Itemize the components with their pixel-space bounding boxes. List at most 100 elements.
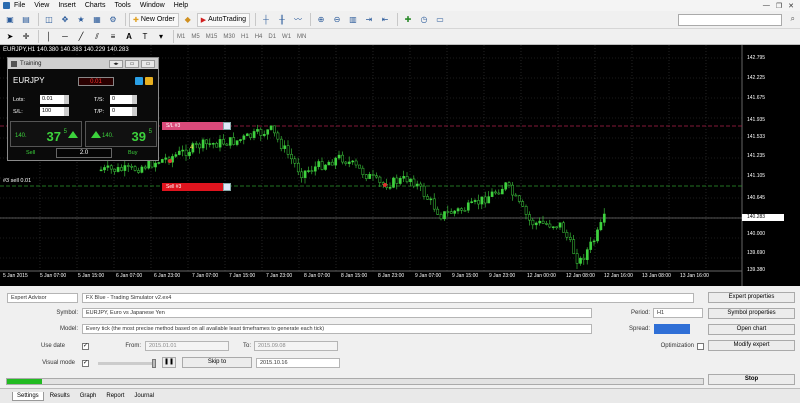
tester-mode-select[interactable]: Expert Advisor <box>7 293 78 303</box>
horizontal-line-icon[interactable]: ─ <box>58 30 72 44</box>
tab-journal[interactable]: Journal <box>130 392 158 400</box>
crosshair-icon[interactable]: ✛ <box>19 30 33 44</box>
templates-icon[interactable]: ▭ <box>433 13 447 27</box>
stop-loss-close-icon[interactable] <box>223 122 231 130</box>
expert-properties-button[interactable]: Expert properties <box>708 292 795 303</box>
tab-report[interactable]: Report <box>102 392 128 400</box>
timeframe-h4[interactable]: H4 <box>255 34 263 40</box>
zoom-out-icon[interactable]: ⊖ <box>330 13 344 27</box>
terminal-icon[interactable]: ▦ <box>90 13 104 27</box>
price-chart[interactable]: EURJPY,H1 140.380 140.383 140.229 140.28… <box>0 45 800 286</box>
menu-insert[interactable]: Insert <box>58 2 76 9</box>
label-icon[interactable]: T <box>138 30 152 44</box>
close-panel-icon[interactable]: ▭ <box>141 59 155 68</box>
collapse-icon[interactable]: ◂▸ <box>109 59 123 68</box>
stop-button[interactable]: Stop <box>708 374 795 385</box>
buy-price-button[interactable]: 140. 39 5 <box>85 121 157 147</box>
auto-scroll-icon[interactable]: ⇥ <box>362 13 376 27</box>
stop-loss-tag[interactable]: S/L #3 <box>162 122 231 130</box>
lots-input[interactable]: 0.01 <box>40 95 64 104</box>
expert-select[interactable]: FX Blue - Trading Simulator v2.ex4 <box>82 293 694 303</box>
timeframe-m5[interactable]: M5 <box>191 34 199 40</box>
restore-panel-icon[interactable]: ▭ <box>125 59 139 68</box>
indicators-icon[interactable]: ✚ <box>401 13 415 27</box>
period-select[interactable]: H1 <box>653 308 703 318</box>
buy-button[interactable]: Buy <box>128 150 137 156</box>
sell-order-close-icon[interactable] <box>223 183 231 191</box>
skip-to-button[interactable]: Skip to <box>182 357 252 368</box>
optimization-checkbox[interactable] <box>697 343 704 350</box>
sell-button[interactable]: Sell <box>26 150 35 156</box>
timeframe-mn[interactable]: MN <box>297 34 306 40</box>
search-icon[interactable]: ⌕ <box>791 14 795 24</box>
pause-button[interactable]: ❚❚ <box>162 357 176 368</box>
metaeditor-icon[interactable]: ◆ <box>181 13 195 27</box>
tp-spinner-icon[interactable] <box>132 107 137 116</box>
timeframe-h1[interactable]: H1 <box>241 34 249 40</box>
timeframe-m15[interactable]: M15 <box>206 34 218 40</box>
vertical-line-icon[interactable]: │ <box>42 30 56 44</box>
symbol-select[interactable]: EURJPY, Euro vs Japanese Yen <box>82 308 592 318</box>
new-chart-icon[interactable]: ▣ <box>3 13 17 27</box>
menu-help[interactable]: Help <box>174 2 188 9</box>
slider-handle[interactable] <box>152 359 156 368</box>
search-input[interactable] <box>678 14 782 26</box>
restore-icon[interactable]: ❐ <box>776 2 782 10</box>
ts-spinner-icon[interactable] <box>132 95 137 104</box>
market-watch-icon[interactable]: ◫ <box>42 13 56 27</box>
sell-price-button[interactable]: 140. 37 5 <box>10 121 82 147</box>
menu-charts[interactable]: Charts <box>85 2 106 9</box>
close-icon[interactable]: ✕ <box>788 2 794 10</box>
shapes-icon[interactable]: ▾ <box>154 30 168 44</box>
lots-spinner-icon[interactable] <box>64 95 69 104</box>
info-icon[interactable] <box>145 77 153 85</box>
sl-input[interactable]: 100 <box>40 107 64 116</box>
chart-shift-icon[interactable]: ⇤ <box>378 13 392 27</box>
autotrading-button[interactable]: ▶ AutoTrading <box>196 12 250 27</box>
profiles-icon[interactable]: ▤ <box>19 13 33 27</box>
sl-spinner-icon[interactable] <box>64 107 69 116</box>
new-order-button[interactable]: ✚ New Order <box>129 12 179 27</box>
text-icon[interactable]: A <box>122 30 136 44</box>
visual-speed-slider[interactable] <box>98 359 156 368</box>
data-window-icon[interactable]: ✥ <box>58 13 72 27</box>
timeframe-w1[interactable]: W1 <box>282 34 291 40</box>
skip-to-date-input[interactable]: 2015.10.16 <box>256 358 340 368</box>
symbol-properties-button[interactable]: Symbol properties <box>708 308 795 319</box>
cursor-icon[interactable]: ➤ <box>3 30 17 44</box>
trendline-icon[interactable]: ╱ <box>74 30 88 44</box>
periods-icon[interactable]: ◷ <box>417 13 431 27</box>
tp-input[interactable]: 0 <box>110 107 132 116</box>
navigator-icon[interactable]: ★ <box>74 13 88 27</box>
menu-tools[interactable]: Tools <box>114 2 130 9</box>
tile-windows-icon[interactable]: ▥ <box>346 13 360 27</box>
minimize-icon[interactable]: — <box>763 2 770 10</box>
timeframe-m30[interactable]: M30 <box>223 34 235 40</box>
tab-results[interactable]: Results <box>46 392 74 400</box>
open-chart-button[interactable]: Open chart <box>708 324 795 335</box>
model-select[interactable]: Every tick (the most precise method base… <box>82 324 592 334</box>
strategy-tester-icon[interactable]: ⚙ <box>106 13 120 27</box>
channel-icon[interactable]: ⫽ <box>90 30 104 44</box>
tab-graph[interactable]: Graph <box>76 392 101 400</box>
menu-window[interactable]: Window <box>140 2 165 9</box>
sell-order-tag[interactable]: Sell #3 <box>162 183 231 191</box>
spread-select[interactable] <box>654 324 690 334</box>
fibonacci-icon[interactable]: ≡ <box>106 30 120 44</box>
timeframe-m1[interactable]: M1 <box>177 34 185 40</box>
ts-input[interactable]: 0 <box>110 95 132 104</box>
candlestick-icon[interactable]: ╫ <box>275 13 289 27</box>
visual-mode-checkbox[interactable]: ✓ <box>82 360 89 367</box>
settings-icon[interactable] <box>135 77 143 85</box>
multiplier-input[interactable]: 2.0 <box>56 148 112 158</box>
menu-view[interactable]: View <box>34 2 49 9</box>
training-panel-titlebar[interactable]: Training ◂▸ ▭ ▭ <box>8 58 158 69</box>
line-chart-icon[interactable]: 〰 <box>291 13 305 27</box>
to-date-input[interactable]: 2015.09.08 <box>254 341 338 351</box>
timeframe-d1[interactable]: D1 <box>268 34 276 40</box>
tab-settings[interactable]: Settings <box>12 391 44 401</box>
bar-chart-icon[interactable]: ┼ <box>259 13 273 27</box>
menu-file[interactable]: File <box>14 2 25 9</box>
zoom-in-icon[interactable]: ⊕ <box>314 13 328 27</box>
modify-expert-button[interactable]: Modify expert <box>708 340 795 351</box>
